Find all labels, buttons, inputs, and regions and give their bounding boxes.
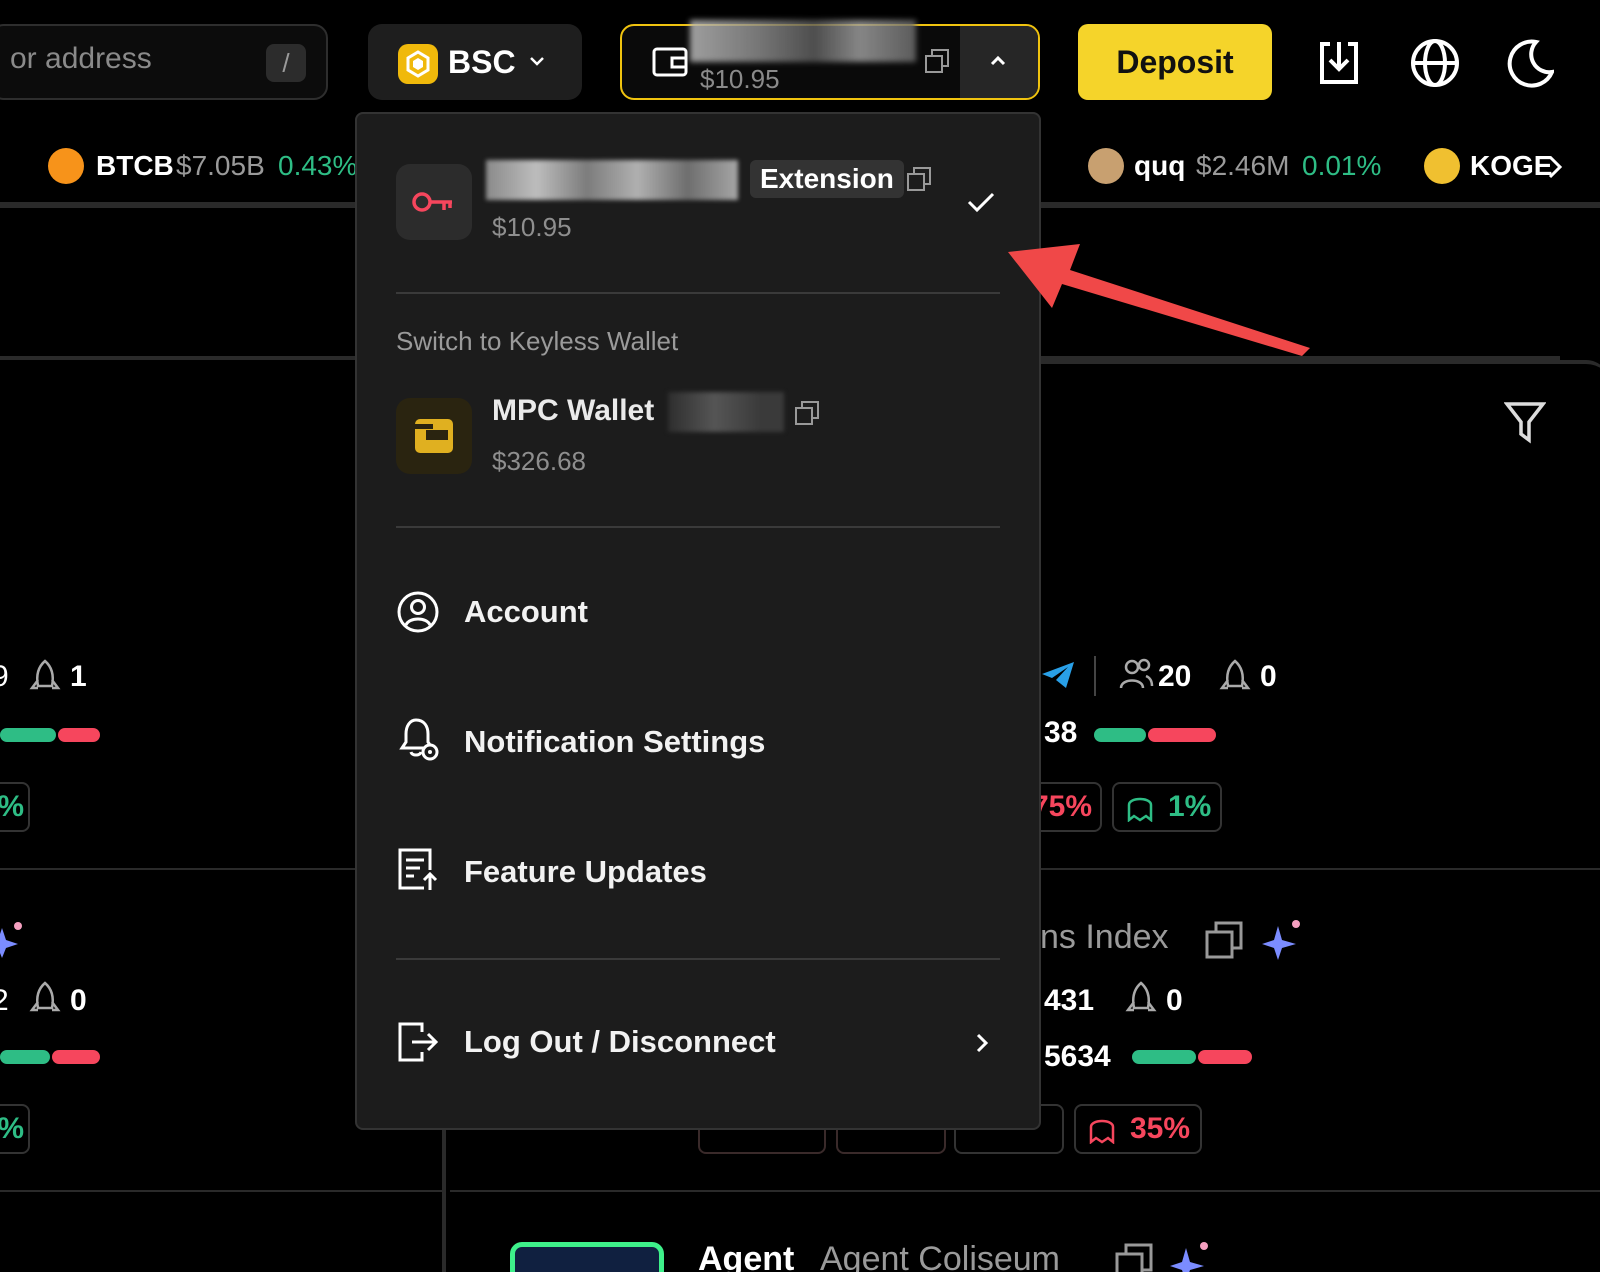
menu-divider bbox=[396, 526, 1000, 528]
logout-icon bbox=[396, 1020, 440, 1064]
menu-item-label: Feature Updates bbox=[464, 854, 707, 889]
menu-divider bbox=[396, 292, 1000, 294]
copy-icon[interactable] bbox=[1114, 1242, 1154, 1272]
row-divider bbox=[0, 1190, 446, 1192]
document-update-icon bbox=[396, 846, 440, 892]
rocket-icon bbox=[1218, 658, 1252, 694]
menu-item-label: Notification Settings bbox=[464, 724, 766, 759]
mpc-wallet-balance: $326.68 bbox=[492, 446, 586, 476]
rocket-icon bbox=[1124, 980, 1158, 1016]
stat-fragment: 9 bbox=[0, 660, 9, 693]
buy-bar bbox=[1132, 1050, 1196, 1064]
bsc-logo-icon bbox=[398, 44, 438, 84]
switch-wallet-label: Switch to Keyless Wallet bbox=[396, 326, 679, 356]
annotation-arrow bbox=[990, 230, 1330, 360]
copy-icon[interactable] bbox=[1204, 920, 1244, 960]
sparkle-icon bbox=[1262, 916, 1304, 960]
stat-value: 0 bbox=[70, 984, 87, 1017]
holders-count: 20 bbox=[1158, 660, 1192, 693]
telegram-icon[interactable] bbox=[1040, 660, 1076, 690]
sell-bar bbox=[1148, 728, 1216, 742]
sell-bar bbox=[1198, 1050, 1252, 1064]
koge-logo-icon bbox=[1424, 148, 1460, 184]
rocket-count: 0 bbox=[1260, 660, 1277, 693]
pct-pill: % bbox=[0, 1104, 30, 1154]
menu-item-label: Account bbox=[464, 594, 588, 629]
row-divider bbox=[450, 1190, 1600, 1192]
users-icon bbox=[1118, 656, 1154, 692]
token-thumbnail[interactable] bbox=[510, 1242, 664, 1272]
bell-settings-icon bbox=[396, 716, 442, 764]
user-circle-icon bbox=[396, 590, 440, 634]
search-placeholder: or address bbox=[10, 42, 152, 75]
rocket-count: 0 bbox=[1166, 984, 1183, 1017]
chevron-down-icon bbox=[528, 54, 546, 68]
chevron-right-icon[interactable] bbox=[1546, 154, 1564, 180]
ticker-value: $2.46M bbox=[1196, 150, 1290, 181]
deposit-button[interactable]: Deposit bbox=[1078, 24, 1272, 100]
extension-wallet-avatar[interactable] bbox=[396, 164, 472, 240]
ticker-name[interactable]: BTCB bbox=[96, 150, 174, 182]
separator bbox=[1094, 656, 1096, 696]
menu-item-label: Log Out / Disconnect bbox=[464, 1024, 776, 1059]
quq-logo-icon bbox=[1088, 148, 1124, 184]
download-icon[interactable] bbox=[1316, 38, 1362, 88]
wallet-icon bbox=[652, 46, 688, 78]
ticker-name[interactable]: KOGE bbox=[1470, 150, 1552, 182]
search-shortcut-badge: / bbox=[266, 44, 306, 82]
token-title-fragment: ns Index bbox=[1040, 918, 1169, 956]
buy-bar bbox=[0, 728, 56, 742]
ticker-value: $7.05B bbox=[176, 150, 265, 181]
globe-icon[interactable] bbox=[1410, 38, 1460, 88]
ghost-icon bbox=[1126, 792, 1154, 822]
moon-icon[interactable] bbox=[1506, 38, 1554, 88]
buy-bar bbox=[0, 1050, 50, 1064]
rocket-icon bbox=[28, 658, 62, 694]
extension-badge: Extension bbox=[750, 160, 904, 198]
filter-icon[interactable] bbox=[1504, 400, 1546, 444]
chevron-up-icon bbox=[988, 54, 1008, 68]
token-subtitle: Agent Coliseum bbox=[820, 1240, 1061, 1272]
stat-value: 1 bbox=[70, 660, 87, 693]
wallet-address-redacted bbox=[668, 392, 784, 432]
chevron-right-icon bbox=[974, 1032, 990, 1054]
stat-value: 5634 bbox=[1044, 1040, 1111, 1073]
token-name[interactable]: Agent bbox=[698, 1240, 794, 1272]
wallet-balance: $10.95 bbox=[700, 64, 780, 94]
extension-wallet-balance: $10.95 bbox=[492, 212, 572, 242]
copy-icon[interactable] bbox=[794, 400, 820, 426]
pct-pill: % bbox=[0, 782, 30, 832]
menu-divider bbox=[396, 958, 1000, 960]
btcb-logo-icon bbox=[48, 148, 84, 184]
sell-bar bbox=[58, 728, 100, 742]
row-divider bbox=[1010, 868, 1600, 870]
stat-value: 431 bbox=[1044, 984, 1095, 1017]
rocket-icon bbox=[28, 980, 62, 1016]
sparkle-icon bbox=[0, 918, 26, 958]
ticker-change: 0.43% bbox=[278, 150, 358, 181]
chain-label: BSC bbox=[448, 44, 516, 80]
stat-value: 38 bbox=[1044, 716, 1078, 749]
mpc-wallet-avatar[interactable] bbox=[396, 398, 472, 474]
ticker-name[interactable]: quq bbox=[1134, 150, 1185, 182]
sell-bar bbox=[52, 1050, 100, 1064]
copy-icon[interactable] bbox=[924, 48, 950, 74]
mpc-wallet-title[interactable]: MPC Wallet bbox=[492, 394, 654, 428]
copy-icon[interactable] bbox=[906, 166, 932, 192]
ticker-change: 0.01% bbox=[1302, 150, 1382, 181]
sparkle-icon bbox=[1170, 1238, 1212, 1272]
wallet-address-redacted bbox=[486, 160, 738, 200]
buy-bar bbox=[1094, 728, 1146, 742]
stat-fragment: 2 bbox=[0, 984, 9, 1017]
wallet-address-redacted bbox=[690, 20, 916, 62]
ghost-icon bbox=[1088, 1114, 1116, 1144]
checkmark-icon bbox=[966, 190, 996, 214]
